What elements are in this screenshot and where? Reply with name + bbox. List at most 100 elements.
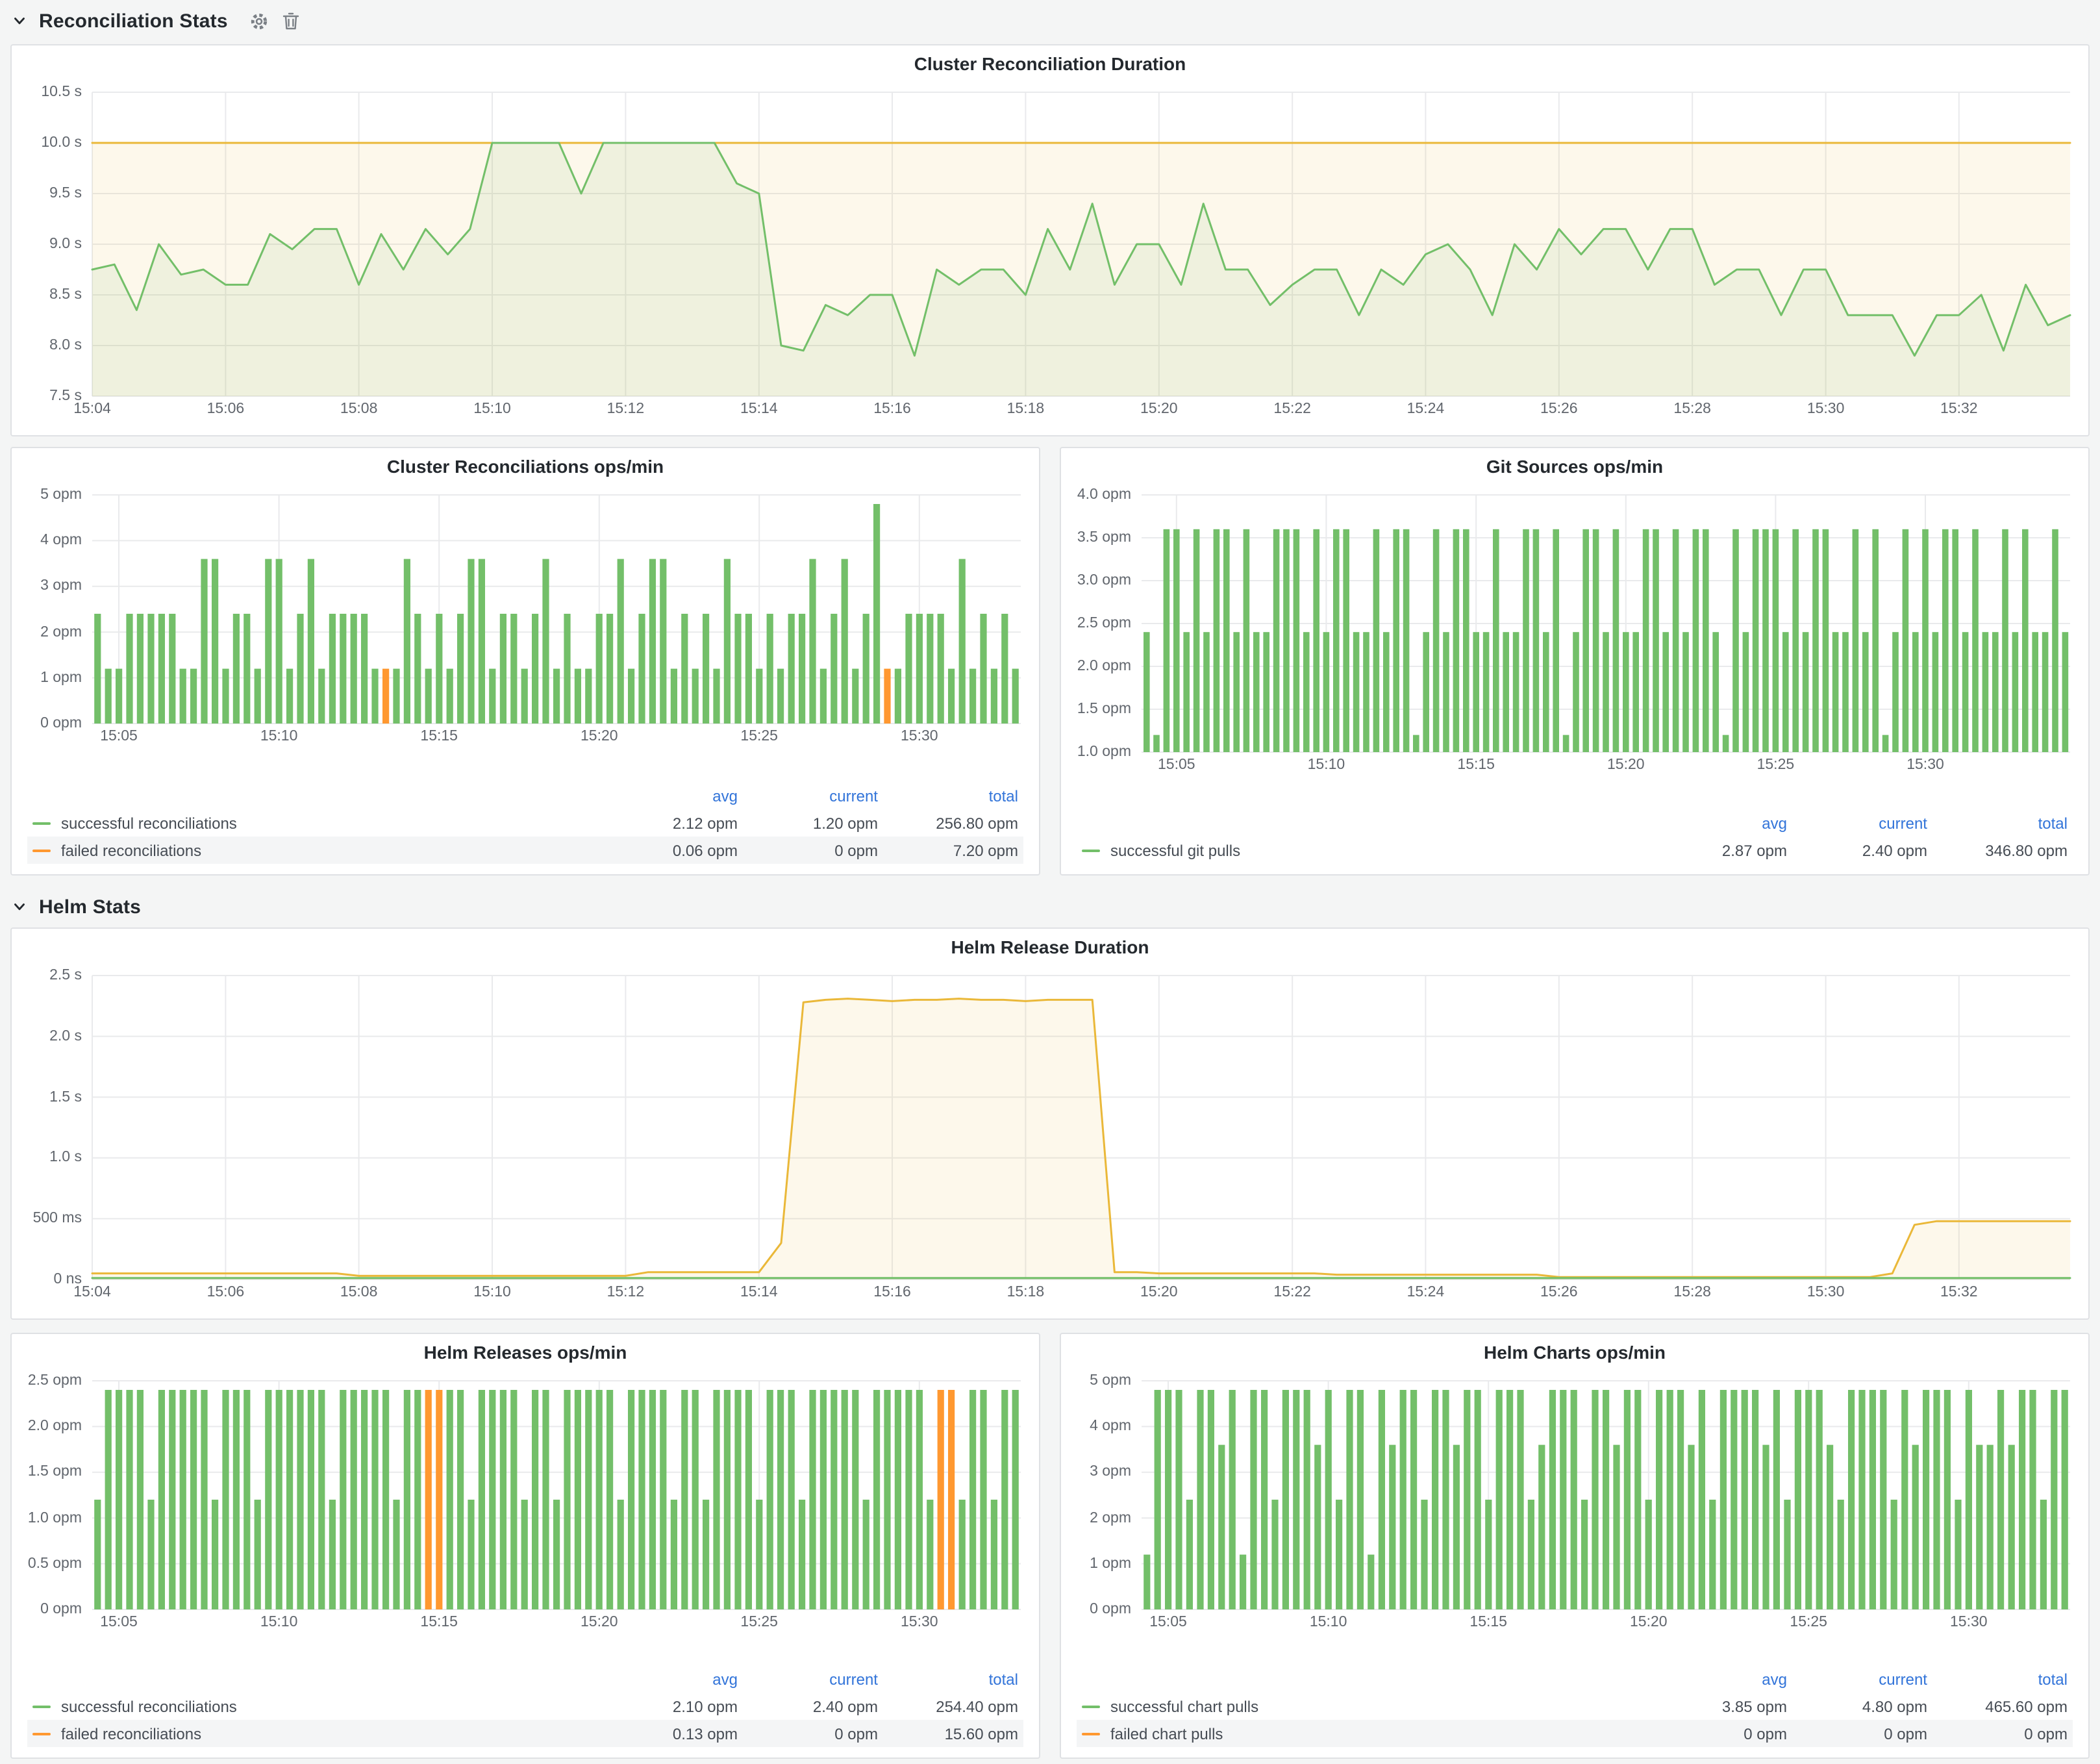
- legend-row-failed-chart-pulls[interactable]: failed chart pulls 0 opm 0 opm 0 opm: [1077, 1720, 2073, 1747]
- legend-header-row: avg current total: [1077, 1665, 2073, 1693]
- y-axis-label: 1.5 opm: [1066, 700, 1131, 718]
- x-axis-label: 15:20: [1587, 756, 1665, 774]
- helm-releases-chart[interactable]: 0 opm0.5 opm1.0 opm1.5 opm2.0 opm2.5 opm…: [17, 1370, 1034, 1635]
- legend-label[interactable]: successful git pulls: [1110, 841, 1240, 859]
- legend-col-current[interactable]: current: [738, 787, 878, 805]
- trash-icon[interactable]: [281, 10, 302, 32]
- y-axis-label: 2.0 opm: [1066, 657, 1131, 675]
- section-title[interactable]: Helm Stats: [39, 896, 141, 918]
- series-dash-icon: [1082, 1732, 1100, 1735]
- chart-canvas[interactable]: [17, 1370, 1034, 1635]
- y-axis-label: 0 opm: [17, 1600, 82, 1619]
- y-axis-label: 1.5 s: [17, 1088, 82, 1106]
- chart-canvas[interactable]: [17, 82, 2083, 422]
- legend-col-current[interactable]: current: [1787, 814, 1927, 832]
- y-axis-label: 2 opm: [17, 623, 82, 641]
- legend-row-failed-reconciliations[interactable]: failed reconciliations 0.06 opm 0 opm 7.…: [27, 837, 1023, 864]
- helm-charts-chart[interactable]: 0 opm1 opm2 opm3 opm4 opm5 opm15:0515:10…: [1066, 1370, 2083, 1635]
- legend-col-total[interactable]: total: [878, 1670, 1018, 1688]
- chart-canvas[interactable]: [1066, 1370, 2083, 1635]
- y-axis-label: 2 opm: [1066, 1509, 1131, 1527]
- legend-avg-value: 2.87 opm: [1647, 841, 1787, 859]
- legend-row-successful-reconciliations[interactable]: successful reconciliations 2.10 opm 2.40…: [27, 1693, 1023, 1720]
- x-axis-label: 15:10: [453, 1283, 531, 1302]
- git-sources-chart[interactable]: 1.0 opm1.5 opm2.0 opm2.5 opm3.0 opm3.5 o…: [1066, 485, 2083, 778]
- x-axis-label: 15:20: [1610, 1613, 1688, 1632]
- x-axis-label: 15:32: [1920, 400, 1998, 418]
- legend-row-successful-git-pulls[interactable]: successful git pulls 2.87 opm 2.40 opm 3…: [1077, 837, 2073, 864]
- y-axis-label: 1.0 opm: [17, 1509, 82, 1527]
- legend-col-avg[interactable]: avg: [1647, 1670, 1787, 1688]
- chevron-down-icon[interactable]: [10, 12, 29, 30]
- legend-total-value: 465.60 opm: [1927, 1697, 2068, 1715]
- cluster-reconciliation-duration-chart[interactable]: 7.5 s8.0 s8.5 s9.0 s9.5 s10.0 s10.5 s15:…: [17, 82, 2083, 422]
- legend-col-total[interactable]: total: [1927, 1670, 2068, 1688]
- panel-cluster-reconciliations: Cluster Reconciliations ops/min 0 opm 1 o…: [10, 447, 1040, 876]
- legend-label[interactable]: successful chart pulls: [1110, 1697, 1258, 1715]
- legend-avg-value: 0 opm: [1647, 1724, 1787, 1743]
- y-axis-label: 4 opm: [1066, 1417, 1131, 1435]
- x-axis-label: 15:28: [1653, 400, 1731, 418]
- legend-total-value: 0 opm: [1927, 1724, 2068, 1743]
- helm-release-duration-chart[interactable]: 0 ns500 ms1.0 s1.5 s2.0 s2.5 s15:0415:06…: [17, 965, 2083, 1305]
- y-axis-label: 5 opm: [1066, 1372, 1131, 1390]
- x-axis-label: 15:15: [400, 727, 478, 746]
- x-axis-label: 15:32: [1920, 1283, 1998, 1302]
- section-header-helm-stats[interactable]: Helm Stats: [10, 887, 141, 926]
- panel-title[interactable]: Helm Releases ops/min: [12, 1334, 1039, 1370]
- gear-icon[interactable]: [249, 10, 271, 32]
- cluster-reconciliations-chart[interactable]: 0 opm1 opm2 opm3 opm4 opm5 opm15:0515:10…: [17, 485, 1034, 750]
- series-dash-icon: [1082, 849, 1100, 851]
- section-title[interactable]: Reconciliation Stats: [39, 10, 228, 32]
- legend-avg-value: 0.13 opm: [597, 1724, 738, 1743]
- legend-col-avg[interactable]: avg: [597, 787, 738, 805]
- legend-label[interactable]: failed reconciliations: [61, 1724, 201, 1743]
- legend-row-successful-reconciliations[interactable]: successful reconciliations 2.12 opm 1.20…: [27, 809, 1023, 837]
- x-axis-label: 15:20: [1120, 400, 1198, 418]
- chart-canvas[interactable]: [17, 485, 1034, 750]
- legend-col-current[interactable]: current: [738, 1670, 878, 1688]
- legend-total-value: 15.60 opm: [878, 1724, 1018, 1743]
- legend-current-value: 4.80 opm: [1787, 1697, 1927, 1715]
- x-axis-label: 15:06: [186, 1283, 264, 1302]
- legend-label[interactable]: failed reconciliations: [61, 841, 201, 859]
- section-header-reconciliation-stats[interactable]: Reconciliation Stats: [10, 1, 302, 40]
- legend-avg-value: 2.12 opm: [597, 814, 738, 832]
- legend-col-total[interactable]: total: [878, 787, 1018, 805]
- x-axis-label: 15:08: [320, 400, 398, 418]
- series-dash-icon: [32, 1732, 51, 1735]
- x-axis-label: 15:18: [986, 400, 1064, 418]
- x-axis-label: 15:25: [1736, 756, 1814, 774]
- legend-label[interactable]: successful reconciliations: [61, 814, 237, 832]
- x-axis-label: 15:18: [986, 1283, 1064, 1302]
- chart-canvas[interactable]: [1066, 485, 2083, 778]
- panel-helm-charts: Helm Charts ops/min 0 opm1 opm2 opm3 opm…: [1060, 1333, 2090, 1759]
- panel-helm-release-duration: Helm Release Duration 0 ns500 ms1.0 s1.5…: [10, 927, 2090, 1320]
- panel-title[interactable]: Cluster Reconciliation Duration: [12, 45, 2088, 82]
- legend-row-failed-reconciliations[interactable]: failed reconciliations 0.13 opm 0 opm 15…: [27, 1720, 1023, 1747]
- legend: avg current total successful reconciliat…: [27, 782, 1023, 864]
- y-axis-label: 0 opm: [17, 714, 82, 733]
- legend-current-value: 0 opm: [738, 841, 878, 859]
- panel-title[interactable]: Cluster Reconciliations ops/min: [12, 448, 1039, 485]
- panel-title[interactable]: Helm Release Duration: [12, 929, 2088, 965]
- y-axis-label: 8.0 s: [17, 336, 82, 355]
- y-axis-label: 3 opm: [1066, 1463, 1131, 1481]
- panel-title[interactable]: Helm Charts ops/min: [1061, 1334, 2088, 1370]
- chevron-down-icon[interactable]: [10, 898, 29, 916]
- y-axis-label: 2.0 opm: [17, 1417, 82, 1435]
- y-axis-label: 8.5 s: [17, 286, 82, 304]
- legend-col-total[interactable]: total: [1927, 814, 2068, 832]
- legend-col-avg[interactable]: avg: [597, 1670, 738, 1688]
- legend-label[interactable]: failed chart pulls: [1110, 1724, 1223, 1743]
- legend-row-successful-chart-pulls[interactable]: successful chart pulls 3.85 opm 4.80 opm…: [1077, 1693, 2073, 1720]
- legend-col-current[interactable]: current: [1787, 1670, 1927, 1688]
- y-axis-label: 9.0 s: [17, 235, 82, 253]
- chart-canvas[interactable]: [17, 965, 2083, 1305]
- legend-label[interactable]: successful reconciliations: [61, 1697, 237, 1715]
- panel-title[interactable]: Git Sources ops/min: [1061, 448, 2088, 485]
- y-axis-label: 1 opm: [17, 669, 82, 687]
- series-dash-icon: [32, 849, 51, 851]
- legend-current-value: 0 opm: [738, 1724, 878, 1743]
- legend-col-avg[interactable]: avg: [1647, 814, 1787, 832]
